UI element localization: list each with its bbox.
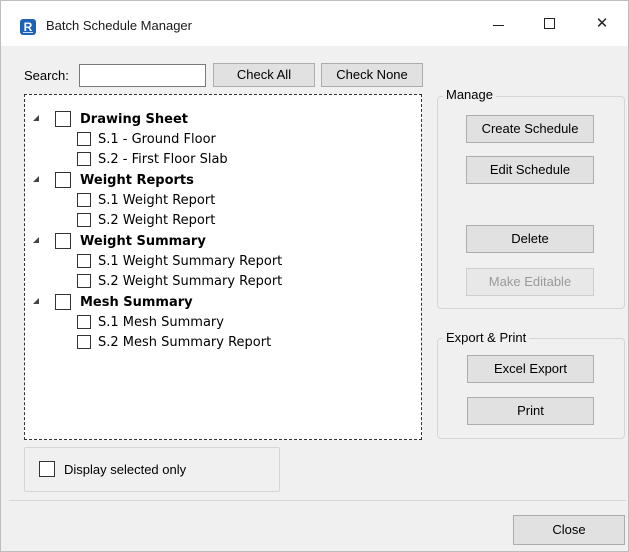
check-none-button[interactable]: Check None xyxy=(321,63,423,87)
item-checkbox[interactable] xyxy=(77,274,91,288)
delete-button[interactable]: Delete xyxy=(466,225,594,253)
item-checkbox[interactable] xyxy=(77,213,91,227)
item-checkbox[interactable] xyxy=(77,193,91,207)
item-checkbox[interactable] xyxy=(77,254,91,268)
schedule-tree[interactable]: Drawing Sheet S.1 - Ground Floor S.2 - F… xyxy=(24,94,422,440)
item-label: S.1 Weight Summary Report xyxy=(98,253,283,269)
manage-group-title: Manage xyxy=(443,87,496,102)
group-label: Weight Reports xyxy=(80,172,194,188)
group-checkbox[interactable] xyxy=(55,172,71,188)
tree-item[interactable]: S.1 Weight Summary Report xyxy=(77,251,282,271)
group-checkbox[interactable] xyxy=(55,111,71,127)
create-schedule-button[interactable]: Create Schedule xyxy=(466,115,594,143)
item-label: S.2 Mesh Summary Report xyxy=(98,334,272,350)
tree-item[interactable]: S.2 Weight Summary Report xyxy=(77,271,282,291)
title-bar[interactable]: R Batch Schedule Manager ✕ xyxy=(1,1,628,46)
check-all-button[interactable]: Check All xyxy=(213,63,315,87)
collapse-arrow-icon[interactable] xyxy=(33,115,39,121)
export-print-group-title: Export & Print xyxy=(443,330,530,345)
item-label: S.1 Mesh Summary xyxy=(98,314,224,330)
item-checkbox[interactable] xyxy=(77,315,91,329)
excel-export-button[interactable]: Excel Export xyxy=(467,355,594,383)
search-label: Search: xyxy=(24,68,69,83)
maximize-icon xyxy=(544,18,555,29)
item-checkbox[interactable] xyxy=(77,132,91,146)
edit-schedule-button[interactable]: Edit Schedule xyxy=(466,156,594,184)
footer-separator xyxy=(9,500,626,501)
item-checkbox[interactable] xyxy=(77,152,91,166)
close-icon: ✕ xyxy=(595,14,609,32)
collapse-arrow-icon[interactable] xyxy=(33,298,39,304)
window-title: Batch Schedule Manager xyxy=(46,18,192,33)
revit-app-icon: R xyxy=(20,19,36,35)
search-input[interactable] xyxy=(79,64,206,87)
item-checkbox[interactable] xyxy=(77,335,91,349)
batch-schedule-manager-window: R Batch Schedule Manager ✕ Search: Check… xyxy=(0,0,629,552)
display-selected-only-checkbox[interactable] xyxy=(39,461,55,477)
tree-item[interactable]: S.1 Mesh Summary xyxy=(77,312,224,332)
item-label: S.1 - Ground Floor xyxy=(98,131,216,147)
display-selected-only-option[interactable]: Display selected only xyxy=(39,459,186,479)
tree-group-mesh-summary[interactable]: Mesh Summary xyxy=(33,292,193,312)
tree-item[interactable]: S.1 - Ground Floor xyxy=(77,129,216,149)
minimize-button[interactable] xyxy=(476,1,522,46)
print-button[interactable]: Print xyxy=(467,397,594,425)
close-window-button[interactable]: ✕ xyxy=(579,1,625,46)
tree-item[interactable]: S.1 Weight Report xyxy=(77,190,215,210)
tree-item[interactable]: S.2 - First Floor Slab xyxy=(77,149,228,169)
group-checkbox[interactable] xyxy=(55,294,71,310)
item-label: S.2 Weight Report xyxy=(98,212,216,228)
group-label: Weight Summary xyxy=(80,233,206,249)
minimize-icon xyxy=(493,25,504,26)
collapse-arrow-icon[interactable] xyxy=(33,237,39,243)
tree-group-weight-reports[interactable]: Weight Reports xyxy=(33,170,194,190)
item-label: S.2 Weight Summary Report xyxy=(98,273,283,289)
make-editable-button[interactable]: Make Editable xyxy=(466,268,594,296)
tree-group-weight-summary[interactable]: Weight Summary xyxy=(33,231,206,251)
tree-group-drawing-sheet[interactable]: Drawing Sheet xyxy=(33,109,188,129)
tree-item[interactable]: S.2 Weight Report xyxy=(77,210,215,230)
close-button[interactable]: Close xyxy=(513,515,625,545)
display-selected-only-label: Display selected only xyxy=(64,461,187,477)
group-checkbox[interactable] xyxy=(55,233,71,249)
maximize-button[interactable] xyxy=(527,1,573,46)
item-label: S.2 - First Floor Slab xyxy=(98,151,228,167)
tree-item[interactable]: S.2 Mesh Summary Report xyxy=(77,332,271,352)
group-label: Drawing Sheet xyxy=(80,111,188,127)
collapse-arrow-icon[interactable] xyxy=(33,176,39,182)
item-label: S.1 Weight Report xyxy=(98,192,216,208)
group-label: Mesh Summary xyxy=(80,294,193,310)
